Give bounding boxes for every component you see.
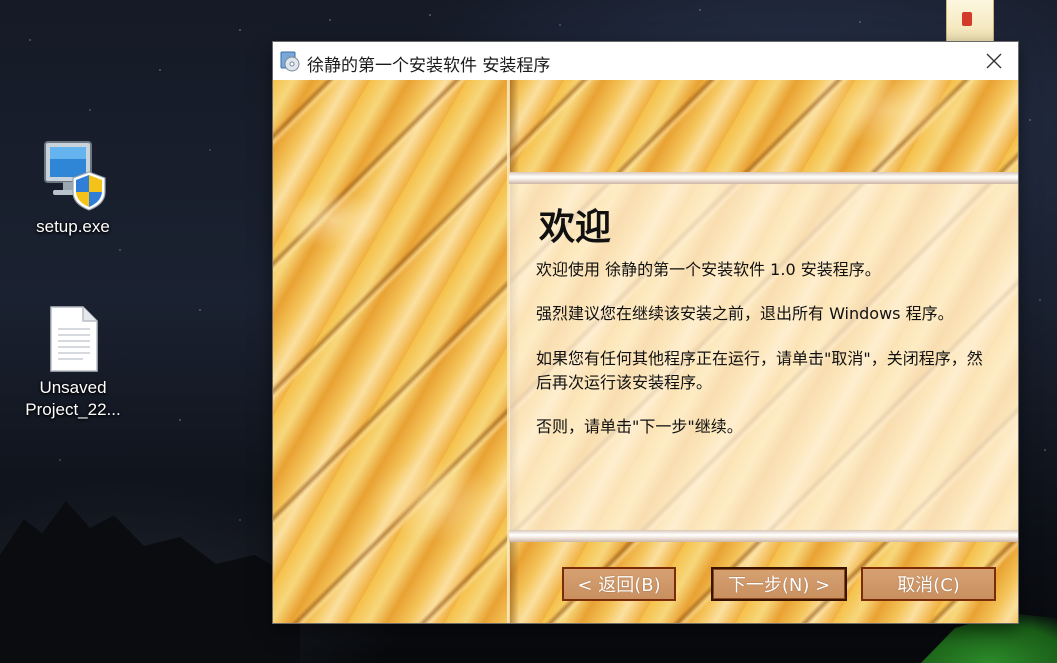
title-bar[interactable]: 徐静的第一个安装软件 安装程序 bbox=[273, 42, 1018, 80]
next-button[interactable]: 下一步(N) > bbox=[711, 567, 847, 601]
wizard-content: 欢迎 欢迎使用 徐静的第一个安装软件 1.0 安装程序。 强烈建议您在继续该安装… bbox=[273, 80, 1018, 623]
continue-instructions-paragraph: 否则，请单击"下一步"继续。 bbox=[536, 417, 743, 436]
desktop-icon-label: Unsaved Project_22... bbox=[18, 377, 128, 421]
desktop-icon-label: setup.exe bbox=[36, 217, 110, 236]
folder-icon[interactable] bbox=[946, 0, 994, 43]
close-programs-paragraph: 强烈建议您在继续该安装之前，退出所有 Windows 程序。 bbox=[536, 304, 954, 323]
desktop-icon-label-line2: Project_22... bbox=[25, 400, 121, 419]
welcome-heading: 欢迎 bbox=[539, 206, 612, 248]
close-button[interactable] bbox=[970, 42, 1018, 80]
panel-top-bar bbox=[509, 172, 1018, 184]
document-icon bbox=[50, 306, 98, 372]
installer-monitor-shield-icon bbox=[44, 141, 106, 211]
cancel-button[interactable]: 取消(C) bbox=[861, 567, 996, 601]
window-title: 徐静的第一个安装软件 安装程序 bbox=[307, 56, 551, 76]
desktop-icon-label-line1: Unsaved bbox=[39, 378, 107, 397]
cancel-instructions-paragraph: 如果您有任何其他程序正在运行，请单击"取消"，关闭程序，然后再次运行该安装程序。 bbox=[536, 349, 983, 392]
installer-window: 徐静的第一个安装软件 安装程序 欢迎 欢迎使用 徐静的第一个安装软件 1.0 安… bbox=[273, 42, 1018, 623]
desktop-icon-setup[interactable]: setup.exe bbox=[18, 138, 128, 238]
installer-disc-icon bbox=[280, 51, 300, 72]
back-button[interactable]: < 返回(B) bbox=[562, 567, 676, 601]
welcome-paragraph: 欢迎使用 徐静的第一个安装软件 1.0 安装程序。 bbox=[536, 260, 881, 279]
close-icon bbox=[986, 53, 1002, 69]
panel-bottom-bar bbox=[509, 530, 1018, 542]
desktop-icon-unsaved-project[interactable]: Unsaved Project_22... bbox=[18, 305, 128, 421]
